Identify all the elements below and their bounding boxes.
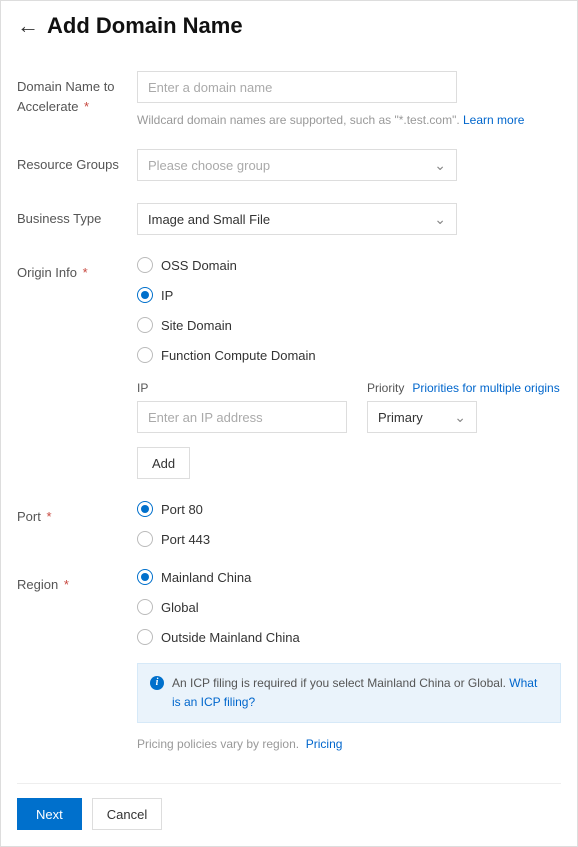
page-title: Add Domain Name [47, 13, 243, 39]
domain-name-label: Domain Name to Accelerate * [17, 71, 137, 116]
region-radio-group: Mainland China Global Outside Mainland C… [137, 569, 561, 645]
chevron-down-icon: ⌄ [434, 211, 446, 228]
priority-column-label: Priority [367, 381, 404, 395]
radio-icon [137, 569, 153, 585]
port-option-443[interactable]: Port 443 [137, 531, 561, 547]
icp-info-box: i An ICP filing is required if you selec… [137, 663, 561, 723]
origin-option-ip[interactable]: IP [137, 287, 561, 303]
resource-groups-select[interactable]: Please choose group ⌄ [137, 149, 457, 181]
back-arrow-icon[interactable]: ← [17, 15, 39, 37]
port-radio-group: Port 80 Port 443 [137, 501, 561, 547]
radio-icon [137, 347, 153, 363]
domain-name-input[interactable] [137, 71, 457, 103]
ip-column-label: IP [137, 381, 367, 395]
learn-more-link[interactable]: Learn more [463, 113, 524, 127]
domain-hint: Wildcard domain names are supported, suc… [137, 113, 561, 127]
port-label: Port * [17, 501, 137, 527]
region-option-global[interactable]: Global [137, 599, 561, 615]
resource-groups-label: Resource Groups [17, 149, 137, 175]
origin-radio-group: OSS Domain IP Site Domain Function Compu… [137, 257, 561, 363]
port-option-80[interactable]: Port 80 [137, 501, 561, 517]
pricing-note: Pricing policies vary by region. Pricing [137, 737, 561, 751]
origin-info-label: Origin Info * [17, 257, 137, 283]
radio-icon [137, 599, 153, 615]
pricing-link[interactable]: Pricing [306, 737, 343, 751]
radio-icon [137, 629, 153, 645]
chevron-down-icon: ⌄ [434, 157, 446, 174]
footer-divider [17, 783, 561, 784]
radio-icon [137, 501, 153, 517]
radio-icon [137, 257, 153, 273]
origin-option-fc[interactable]: Function Compute Domain [137, 347, 561, 363]
region-label: Region * [17, 569, 137, 595]
priority-select[interactable]: Primary ⌄ [367, 401, 477, 433]
cancel-button[interactable]: Cancel [92, 798, 162, 830]
region-option-outside[interactable]: Outside Mainland China [137, 629, 561, 645]
radio-icon [137, 531, 153, 547]
radio-icon [137, 287, 153, 303]
add-origin-button[interactable]: Add [137, 447, 190, 479]
region-option-mainland[interactable]: Mainland China [137, 569, 561, 585]
priorities-link[interactable]: Priorities for multiple origins [412, 381, 559, 395]
radio-icon [137, 317, 153, 333]
origin-option-oss[interactable]: OSS Domain [137, 257, 561, 273]
business-type-select[interactable]: Image and Small File ⌄ [137, 203, 457, 235]
next-button[interactable]: Next [17, 798, 82, 830]
chevron-down-icon: ⌄ [454, 409, 466, 426]
business-type-label: Business Type [17, 203, 137, 229]
origin-option-site[interactable]: Site Domain [137, 317, 561, 333]
info-icon: i [150, 676, 164, 690]
origin-ip-input[interactable] [137, 401, 347, 433]
